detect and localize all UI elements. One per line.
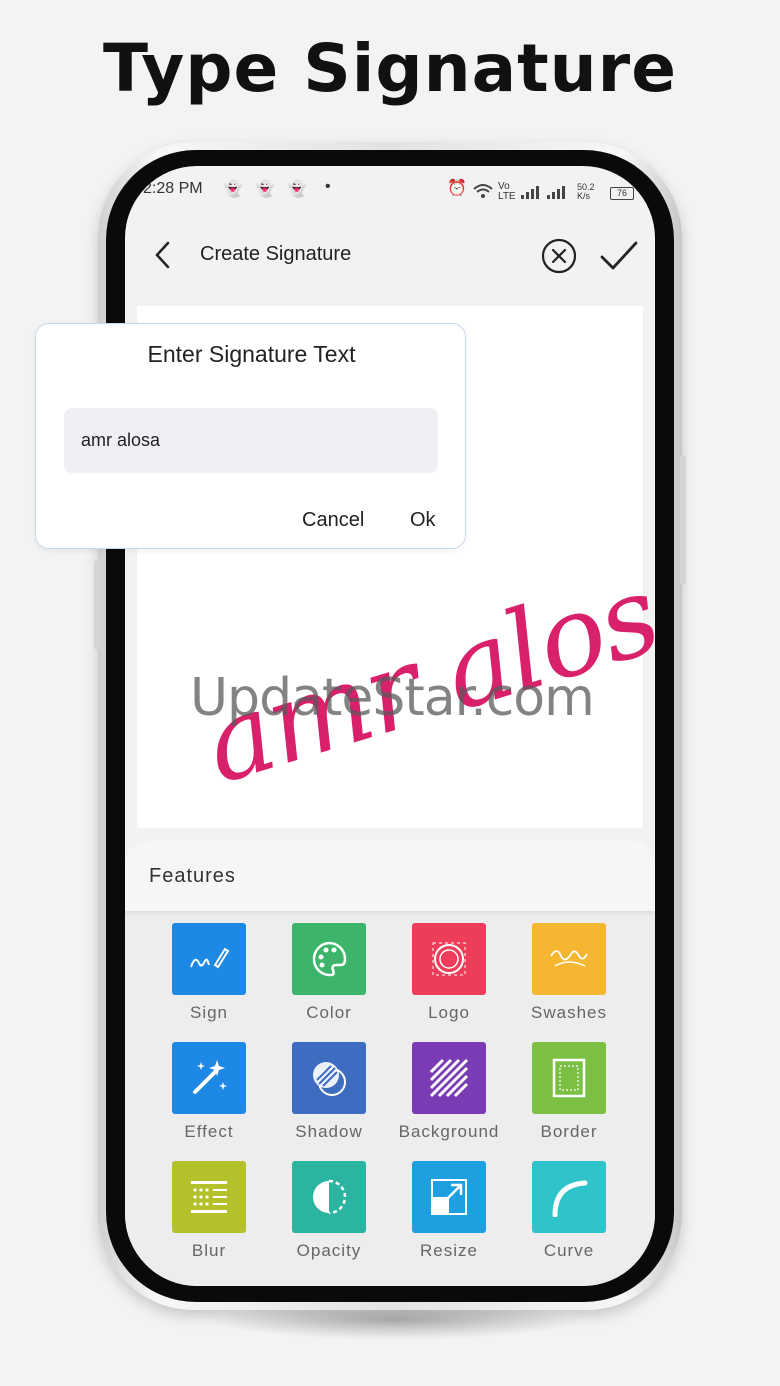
ok-button[interactable]: Ok (410, 509, 436, 532)
notification-dot: • (325, 178, 331, 195)
blur-grid-icon (172, 1161, 246, 1233)
border-frame-icon (532, 1042, 606, 1114)
snapchat-icon: 👻 (255, 181, 275, 198)
signature-text-dialog: Enter Signature Text Cancel Ok (35, 323, 466, 549)
feature-label: Blur (191, 1241, 227, 1260)
feature-swashes[interactable]: Swashes (509, 923, 629, 1033)
feature-opacity[interactable]: Opacity (269, 1161, 389, 1271)
half-circle-icon (292, 1161, 366, 1233)
feature-label: Swashes (531, 1003, 607, 1022)
close-circle-icon[interactable] (541, 238, 577, 274)
curve-arc-icon (532, 1161, 606, 1233)
network-speed: 50.2 K/s (577, 182, 595, 201)
resize-arrow-icon (412, 1161, 486, 1233)
feature-label: Curve (543, 1241, 595, 1260)
phone-side-button (680, 455, 686, 585)
feature-shadow[interactable]: Shadow (269, 1042, 389, 1152)
feature-color[interactable]: Color (269, 923, 389, 1033)
snapchat-icon: 👻 (223, 181, 243, 198)
feature-resize[interactable]: Resize (389, 1161, 509, 1271)
feature-label: Effect (184, 1122, 234, 1141)
cancel-button[interactable]: Cancel (302, 509, 364, 532)
status-bar: 2:28 PM 👻 👻 👻 • ⏰ Vo LTE 50.2 K/s 76 (125, 174, 655, 204)
status-time: 2:28 PM (143, 180, 203, 197)
features-panel: Features Sign Color Logo Swashes Effect … (125, 841, 655, 1286)
battery-icon: 76 (610, 187, 634, 200)
shadow-circle-icon (292, 1042, 366, 1114)
feature-curve[interactable]: Curve (509, 1161, 629, 1271)
back-arrow-icon[interactable] (151, 240, 175, 270)
battery-level: 76 (616, 188, 627, 198)
feature-label: Color (306, 1003, 352, 1022)
feature-label: Opacity (296, 1241, 362, 1260)
magic-wand-icon (172, 1042, 246, 1114)
features-header: Features (125, 841, 655, 911)
feature-label: Resize (420, 1241, 478, 1260)
signal-icon (521, 186, 565, 199)
watermark: UpdateStar.com (190, 668, 595, 728)
alarm-icon: ⏰ (447, 180, 467, 197)
stripes-icon (412, 1042, 486, 1114)
feature-background[interactable]: Background (389, 1042, 509, 1152)
feature-label: Shadow (295, 1122, 363, 1141)
phone-side-button-left (94, 560, 100, 650)
page-title: Create Signature (200, 243, 352, 265)
palette-icon (292, 923, 366, 995)
feature-label: Logo (428, 1003, 470, 1022)
feature-blur[interactable]: Blur (149, 1161, 269, 1271)
check-icon[interactable] (599, 240, 639, 272)
headline: Type Signature (103, 30, 677, 107)
volte-label: Vo LTE (498, 181, 516, 202)
logo-badge-icon (412, 923, 486, 995)
dialog-title: Enter Signature Text (147, 341, 356, 367)
signature-text-input[interactable] (64, 408, 438, 473)
feature-logo[interactable]: Logo (389, 923, 509, 1033)
wifi-icon (473, 184, 493, 198)
feature-effect[interactable]: Effect (149, 1042, 269, 1152)
feature-label: Sign (189, 1003, 229, 1022)
feature-sign[interactable]: Sign (149, 923, 269, 1033)
feature-label: Border (540, 1122, 598, 1141)
app-bar: Create Signature (125, 228, 655, 280)
pen-signature-icon (172, 923, 246, 995)
feature-label: Background (398, 1122, 500, 1141)
swash-icon (532, 923, 606, 995)
feature-border[interactable]: Border (509, 1042, 629, 1152)
features-title: Features (149, 865, 236, 887)
snapchat-icon: 👻 (287, 181, 307, 198)
